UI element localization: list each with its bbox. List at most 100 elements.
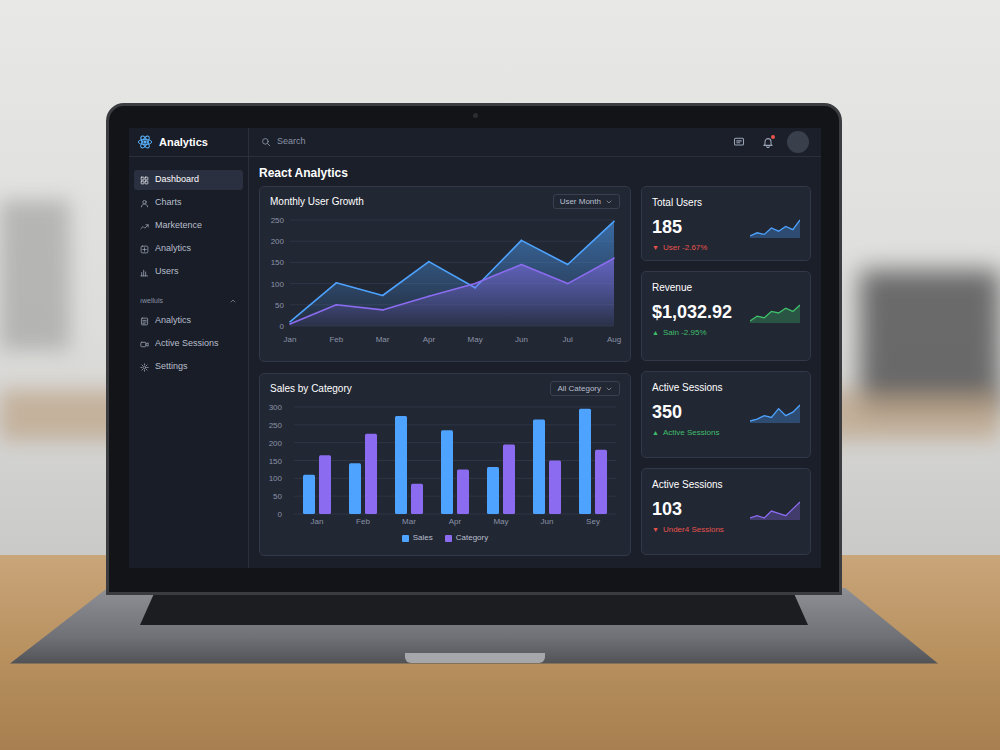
sidebar-item[interactable]: Users	[134, 262, 243, 282]
filter-dropdown[interactable]: User Month	[553, 194, 620, 209]
sidebar-item-label: Dashboard	[155, 173, 199, 187]
stat-value: 103	[652, 498, 682, 520]
y-tick: 150	[269, 457, 283, 466]
x-tick: Jul	[563, 335, 573, 344]
charts-column: Monthly User GrowthUser Month 250 200 150 10…	[259, 186, 631, 556]
sidebar-item[interactable]: Active Sessions	[134, 334, 243, 354]
bar	[303, 475, 315, 514]
notifications-button[interactable]	[761, 135, 775, 149]
x-tick: Mar	[402, 517, 416, 526]
stat-card: Revenue$1,032.92▲Sain -2.95%	[641, 271, 811, 361]
trend-arrow-icon: ▼	[652, 243, 659, 254]
sparkline-line	[750, 305, 800, 321]
bar	[579, 409, 591, 514]
bar	[457, 469, 469, 514]
stat-title: Active Sessions	[652, 477, 800, 492]
legend-item: Category	[445, 532, 488, 544]
x-tick: Mar	[376, 335, 390, 344]
grid-line	[294, 478, 616, 479]
legend-label: Sales	[413, 532, 433, 544]
sparkline-area	[750, 502, 800, 520]
data-point	[382, 309, 384, 311]
stat-card: Total Users185▼User -2.67%	[641, 186, 811, 261]
filter-dropdown[interactable]: All Category	[550, 381, 620, 396]
stat-card: Active Sessions350▲Active Sessions	[641, 371, 811, 458]
keyboard	[140, 595, 808, 625]
series	[289, 220, 615, 326]
data-point	[289, 323, 291, 325]
data-point	[567, 264, 569, 266]
line-chart: 250200150100500JanFebMarAprMayJunJulAug	[264, 213, 624, 353]
camera-icon	[473, 113, 478, 118]
page-title: React Analytics	[259, 163, 811, 183]
series	[289, 257, 615, 326]
sidebar-item[interactable]: Analytics	[134, 311, 243, 331]
card-title: Sales by Category	[270, 381, 352, 396]
stat-row: 185	[652, 216, 800, 238]
stat-value: 185	[652, 216, 682, 238]
sparkline	[750, 216, 800, 238]
trend-arrow-icon: ▲	[652, 428, 659, 439]
data-point	[567, 283, 569, 285]
search-icon	[261, 137, 271, 147]
sidebar-section-header[interactable]: ıwelluls	[129, 293, 248, 309]
filter-label: User Month	[560, 196, 601, 208]
x-tick: Aug	[607, 335, 621, 344]
bar	[503, 444, 515, 514]
video-icon	[140, 340, 149, 349]
sparkline	[750, 498, 800, 520]
y-tick: 300	[269, 403, 283, 412]
grid-line	[290, 241, 614, 242]
bar	[365, 434, 377, 514]
sparkline-area	[750, 220, 800, 238]
sparkline-area	[750, 305, 800, 323]
laptop-lid: Analytics Dashboard Charts Marketence Analyt…	[106, 103, 842, 595]
y-tick: 150	[271, 258, 285, 267]
data-point	[474, 283, 476, 285]
stat-title: Active Sessions	[652, 380, 800, 395]
bar	[487, 467, 499, 514]
sales-card: Sales by CategoryAll Category30025020015…	[259, 373, 631, 556]
x-tick: Jan	[311, 517, 324, 526]
bar	[549, 461, 561, 515]
sidebar-item-label: Active Sessions	[155, 337, 219, 351]
data-point	[335, 282, 337, 284]
y-tick: 250	[271, 216, 285, 225]
sidebar-item[interactable]: Settings	[134, 357, 243, 377]
x-tick: Apr	[449, 517, 462, 526]
stat-row: 350	[652, 401, 800, 423]
sidebar-item[interactable]: Charts	[134, 193, 243, 213]
sparkline-area	[750, 405, 800, 423]
y-tick: 200	[271, 237, 285, 246]
sidebar-item[interactable]: Marketence	[134, 216, 243, 236]
y-tick: 100	[269, 474, 283, 483]
stat-row: $1,032.92	[652, 301, 800, 323]
bar	[595, 450, 607, 514]
blurred-monitor	[0, 200, 70, 350]
scene: Analytics Dashboard Charts Marketence Analyt…	[0, 0, 1000, 750]
legend-swatch	[445, 535, 452, 542]
card-header: Monthly User GrowthUser Month	[260, 187, 630, 209]
sidebar-item-label: Analytics	[155, 314, 191, 328]
grid-line	[294, 460, 616, 461]
sidebar-item-label: Marketence	[155, 219, 202, 233]
stat-title: Total Users	[652, 195, 800, 210]
data-point	[428, 296, 430, 298]
x-tick: Feb	[329, 335, 343, 344]
bars-icon	[140, 268, 149, 277]
stat-value: 350	[652, 401, 682, 423]
stats-column: Total Users185▼User -2.67%Revenue$1,032.…	[641, 186, 811, 556]
search-input[interactable]	[277, 135, 727, 149]
blurred-chair	[860, 270, 1000, 410]
unread-dot	[771, 135, 775, 139]
x-tick: May	[468, 335, 483, 344]
sidebar-item[interactable]: Analytics	[134, 239, 243, 259]
sparkline-line	[750, 502, 800, 518]
sparkline-line	[750, 220, 800, 236]
sidebar-item[interactable]: Dashboard	[134, 170, 243, 190]
y-tick: 50	[273, 492, 282, 501]
avatar[interactable]	[787, 131, 809, 153]
stat-card: Active Sessions103▼Under4 Sessions	[641, 468, 811, 555]
grid-icon	[140, 176, 149, 185]
chevron-down-icon	[605, 198, 613, 206]
